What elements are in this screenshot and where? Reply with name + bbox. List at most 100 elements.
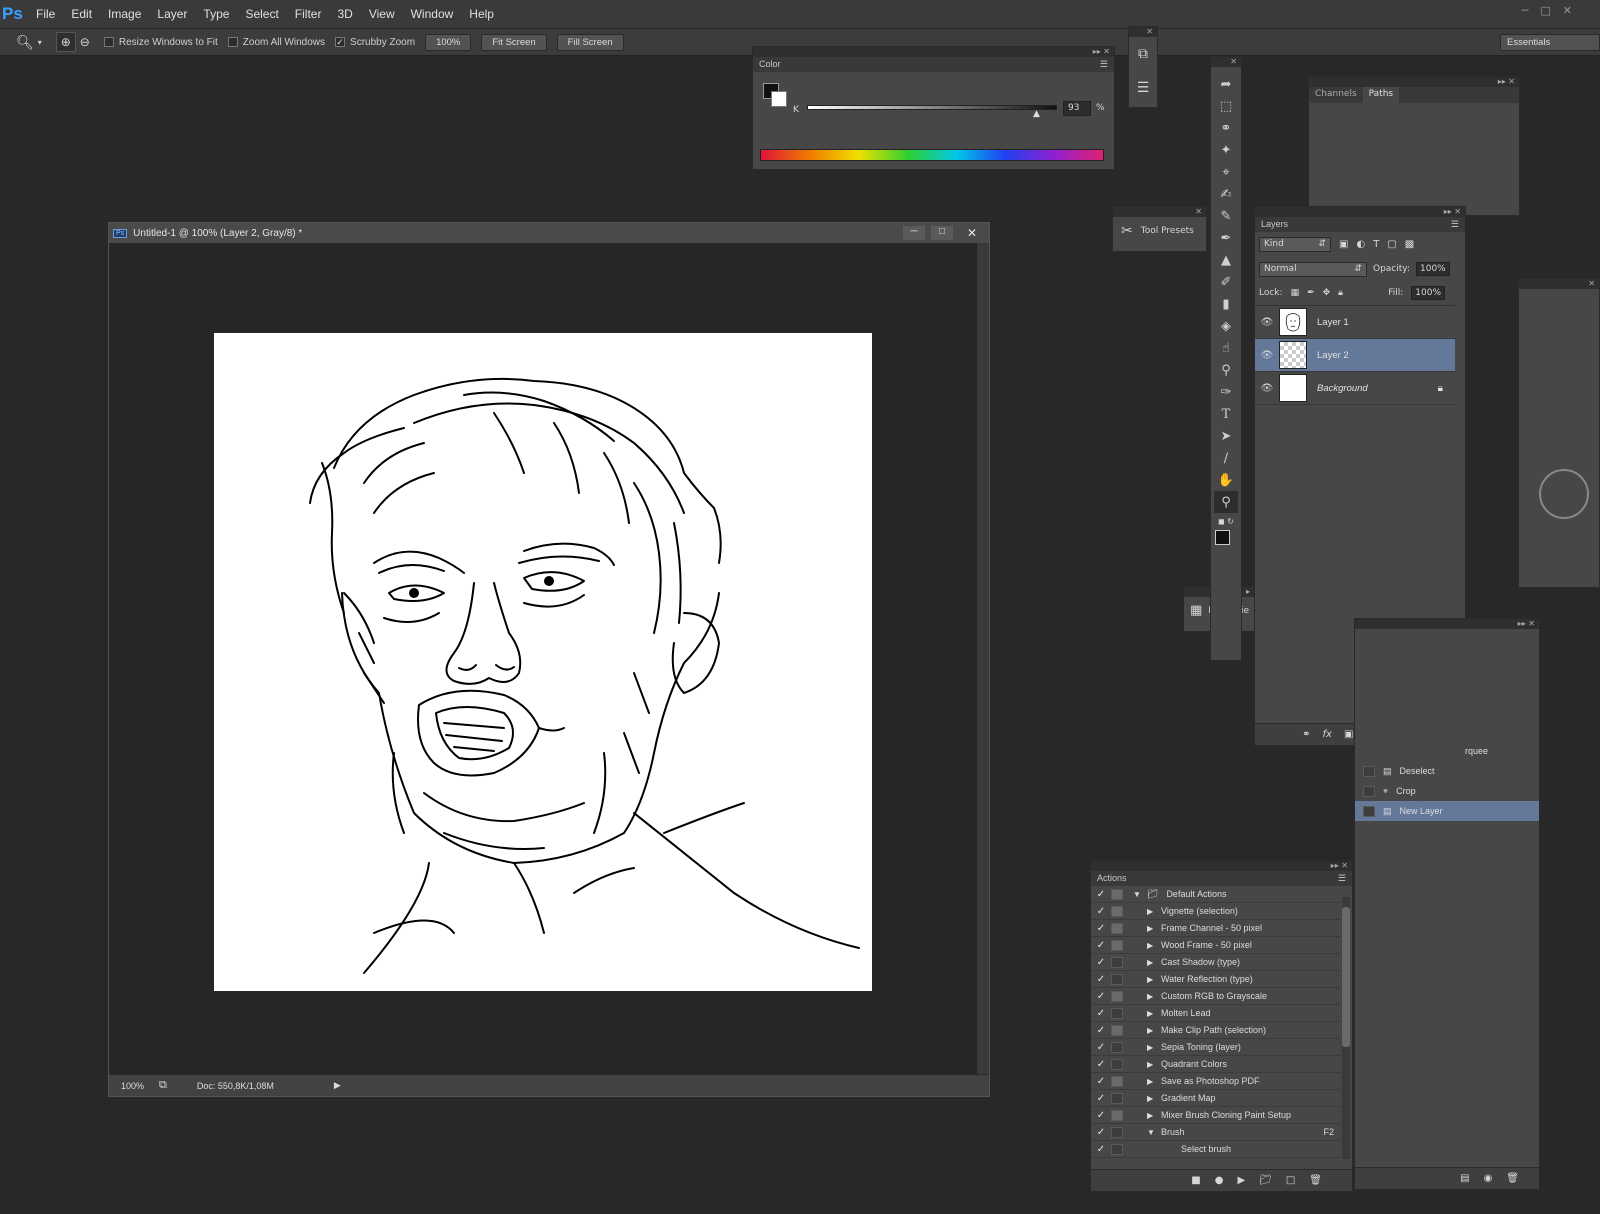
panel-menu-icon[interactable]: ☰ [1100,59,1108,70]
zoom-out-icon[interactable]: ⊖ [80,35,90,49]
action-row[interactable]: ✓ ▶ Save as Photoshop PDF [1091,1073,1340,1090]
history-snapshot-box[interactable] [1363,785,1375,797]
check-icon[interactable]: ✓ [1091,1144,1111,1155]
history-item[interactable]: ▤ Deselect [1355,761,1539,781]
menu-3d[interactable]: 3D [329,7,360,21]
healing-tool-icon[interactable]: ✎ [1214,205,1238,227]
menu-layer[interactable]: Layer [149,7,195,21]
check-icon[interactable]: ✓ [1091,1025,1111,1036]
play-icon[interactable]: ▶ [1237,1175,1245,1186]
expand-triangle-icon[interactable]: ▼ [1133,890,1147,899]
resize-windows-checkbox[interactable] [103,37,114,47]
zoom-all-checkbox[interactable] [227,37,238,47]
chevron-down-icon[interactable]: ▾ [38,38,42,47]
menu-view[interactable]: View [361,7,403,21]
dialog-toggle-box[interactable] [1111,905,1123,917]
check-icon[interactable]: ✓ [1091,1076,1111,1087]
action-row[interactable]: ✓ ▶ Mixer Brush Cloning Paint Setup [1091,1107,1340,1124]
pen-tool-icon[interactable]: ✑ [1214,381,1238,403]
visibility-eye-icon[interactable]: 👁︎ [1255,383,1279,394]
background-swatch[interactable] [771,91,787,107]
layer-row[interactable]: 👁︎ Layer 2 [1255,339,1455,372]
expand-triangle-icon[interactable]: ▶ [1147,1094,1161,1103]
stop-icon[interactable]: ■ [1191,1175,1200,1186]
dialog-toggle-box[interactable] [1111,1109,1123,1121]
actions-scrollbar[interactable] [1342,897,1350,1159]
action-row[interactable]: ✓ ▶ Molten Lead [1091,1005,1340,1022]
check-icon[interactable]: ✓ [1091,991,1111,1002]
close-icon[interactable]: ✕ [959,226,985,240]
check-icon[interactable]: ✓ [1091,940,1111,951]
canvas-scrollbar[interactable] [977,243,989,1076]
link-layers-icon[interactable]: ⚭ [1302,729,1310,740]
move-tool-icon[interactable]: ➦ [1214,73,1238,95]
record-icon[interactable]: ● [1215,1175,1224,1186]
document-titlebar[interactable]: Ps Untitled-1 @ 100% (Layer 2, Gray/8) *… [109,223,989,243]
tool-presets-button[interactable]: ✂ Tool Presets [1113,217,1206,245]
filter-smart-object-icon[interactable]: ▩ [1405,239,1414,250]
trash-icon[interactable]: 🗑︎ [1506,1173,1519,1184]
workspace-switcher[interactable]: Essentials [1500,34,1600,51]
dialog-toggle-box[interactable] [1111,1126,1123,1138]
crop-tool-icon[interactable]: ⌖ [1214,161,1238,183]
paint-bucket-tool-icon[interactable]: ◈ [1214,315,1238,337]
expand-triangle-icon[interactable]: ▶ [1147,975,1161,984]
lock-pixels-icon[interactable]: ✒ [1307,288,1315,298]
filter-shape-icon[interactable]: ▢ [1387,239,1396,250]
magic-wand-tool-icon[interactable]: ✦ [1214,139,1238,161]
action-row[interactable]: ✓ ▶ Make Clip Path (selection) [1091,1022,1340,1039]
zoom-level[interactable]: 100% [121,1081,159,1091]
dialog-toggle-box[interactable] [1111,1075,1123,1087]
zoom-tool-icon[interactable]: ⚲ [1214,491,1238,513]
add-mask-icon[interactable]: ▣ [1344,729,1353,740]
tab-channels[interactable]: Channels [1309,87,1363,103]
action-row[interactable]: ✓ ▶ Wood Frame - 50 pixel [1091,937,1340,954]
filter-pixel-icon[interactable]: ▣ [1339,239,1348,250]
k-slider-handle[interactable]: ▲ [1033,109,1040,119]
history-snapshot-box[interactable] [1363,765,1375,777]
lasso-tool-icon[interactable]: ⚭ [1214,117,1238,139]
lock-transparency-icon[interactable]: ▦ [1291,288,1300,298]
dialog-toggle-box[interactable] [1111,990,1123,1002]
status-menu-arrow-icon[interactable]: ▶ [334,1080,341,1091]
filter-adjustment-icon[interactable]: ◐ [1356,239,1365,250]
menu-image[interactable]: Image [100,7,149,21]
expand-triangle-icon[interactable]: ▼ [1147,1128,1161,1137]
check-icon[interactable]: ✓ [1091,1042,1111,1053]
dialog-toggle-box[interactable] [1111,1143,1123,1155]
marquee-tool-icon[interactable]: ⬚ [1214,95,1238,117]
fx-icon[interactable]: fx [1323,729,1332,740]
action-row[interactable]: ✓ ▶ Frame Channel - 50 pixel [1091,920,1340,937]
dialog-toggle-box[interactable] [1111,973,1123,985]
dialog-toggle-box[interactable] [1111,939,1123,951]
menu-file[interactable]: File [28,7,63,21]
action-row[interactable]: ✓ ▶ Sepia Toning (layer) [1091,1039,1340,1056]
dialog-toggle-box[interactable] [1111,1007,1123,1019]
check-icon[interactable]: ✓ [1091,923,1111,934]
action-step-row[interactable]: ✓ Select brush [1091,1141,1340,1158]
type-tool-icon[interactable]: T [1214,403,1238,425]
expand-triangle-icon[interactable]: ▶ [1147,1111,1161,1120]
visibility-eye-icon[interactable]: 👁︎ [1255,317,1279,328]
history-item[interactable]: rquee [1355,741,1539,761]
k-slider-track[interactable] [807,105,1057,110]
expand-triangle-icon[interactable]: ▶ [1147,992,1161,1001]
action-row[interactable]: ✓ ▼ Brush F2 [1091,1124,1340,1141]
actions-panel-title[interactable]: Actions [1097,873,1127,884]
color-spectrum-ramp[interactable] [760,149,1104,161]
minimize-icon[interactable]: ─ [1522,4,1529,17]
swap-colors-icon[interactable]: ◼ ↻ [1218,517,1234,526]
expand-triangle-icon[interactable]: ▶ [1147,958,1161,967]
panel-menu-icon[interactable]: ☰ [1451,219,1459,230]
check-icon[interactable]: ✓ [1091,974,1111,985]
blend-mode-select[interactable]: Normal ⇵ [1259,261,1367,277]
eyedropper-tool-icon[interactable]: ✍ [1214,183,1238,205]
dodge-tool-icon[interactable]: ⚲ [1214,359,1238,381]
dialog-toggle-box[interactable] [1111,1041,1123,1053]
fill-field[interactable]: 100% [1411,286,1445,300]
filter-type-icon[interactable]: T [1373,239,1379,250]
menu-type[interactable]: Type [195,7,237,21]
dialog-toggle-box[interactable] [1111,1024,1123,1036]
line-tool-icon[interactable]: ∕ [1214,447,1238,469]
zoom-all-option[interactable]: Zoom All Windows [227,37,325,48]
